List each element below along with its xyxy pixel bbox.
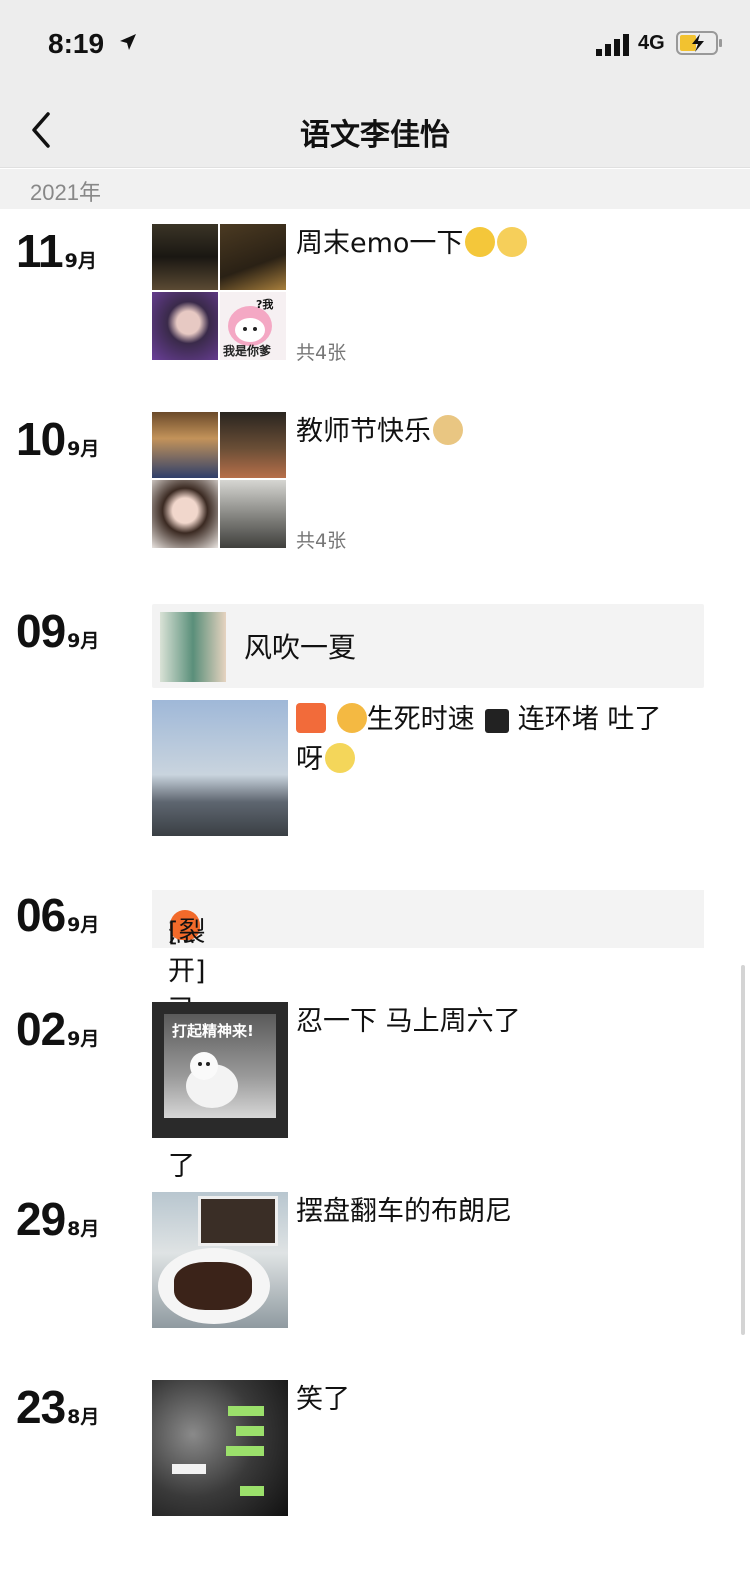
cellular-signal-icon <box>596 34 629 56</box>
moment-caption: 忍一下 马上周六了 <box>296 1006 521 1037</box>
exploding-head-icon <box>336 703 367 733</box>
entry-date: 29 8月 <box>16 1193 100 1245</box>
link-title: 风吹一夏 <box>244 631 357 664</box>
location-arrow-icon <box>120 34 136 50</box>
photo-thumbnail[interactable] <box>152 412 218 478</box>
scroll-indicator[interactable] <box>741 965 745 1335</box>
moment-caption: 摆盘翻车的布朗尼 <box>296 1196 512 1227</box>
photo-thumbnail[interactable] <box>152 480 218 548</box>
page-title: 语文李佳怡 <box>300 118 450 153</box>
plus-icon <box>485 709 510 733</box>
entry-date: 09 9月 <box>16 605 100 657</box>
status-bar: 8:19 4G <box>0 0 750 92</box>
photo-thumbnail[interactable] <box>220 224 286 290</box>
moment-caption: 笑了 <box>296 1384 350 1415</box>
shared-link-card[interactable]: 风吹一夏 <box>152 604 704 688</box>
photo-thumbnail[interactable] <box>152 1380 288 1516</box>
collision-icon <box>296 703 326 733</box>
year-header: 2021年 <box>0 169 750 209</box>
entry-date: 23 8月 <box>16 1381 100 1433</box>
wink-face-icon <box>465 227 496 257</box>
nav-bar: 语文李佳怡 <box>0 92 750 168</box>
entry-date: 10 9月 <box>16 413 100 465</box>
dizzy-face-icon <box>325 743 355 773</box>
moment-caption: 教师节快乐 <box>296 412 463 452</box>
status-time: 8:19 <box>48 28 105 59</box>
photo-thumbnail[interactable]: 打起精神来! <box>152 1002 288 1138</box>
photo-thumbnail[interactable] <box>152 1192 288 1328</box>
moment-caption: 周末emo一下 <box>296 224 528 264</box>
photo-count: 共4张 <box>296 530 347 552</box>
photo-thumbnail[interactable] <box>220 480 286 548</box>
entry-date: 11 9月 <box>16 225 97 277</box>
text-moment[interactable]: 热[裂开]已经烤熟了 <box>152 890 704 1182</box>
photo-thumbnail[interactable] <box>152 700 288 836</box>
blush-face-icon <box>497 227 528 257</box>
network-type: 4G <box>638 32 665 54</box>
photo-count: 共4张 <box>296 342 347 364</box>
link-thumbnail <box>160 612 226 682</box>
battery-charging-icon <box>676 31 722 55</box>
entry-date: 06 9月 <box>16 889 100 941</box>
year-label: 2021年 <box>30 180 101 205</box>
photo-thumbnail[interactable] <box>152 224 218 290</box>
photo-thumbnail[interactable] <box>220 412 286 478</box>
moment-caption: 生死时速 连环堵 吐了 呀 <box>296 703 662 775</box>
doge-face-icon <box>433 415 463 445</box>
photo-thumbnail[interactable] <box>152 292 218 360</box>
entry-date: 02 9月 <box>16 1003 100 1055</box>
dog-icon <box>186 1052 238 1108</box>
sticker-thumbnail[interactable]: ?我 我是你爹 <box>220 292 286 360</box>
